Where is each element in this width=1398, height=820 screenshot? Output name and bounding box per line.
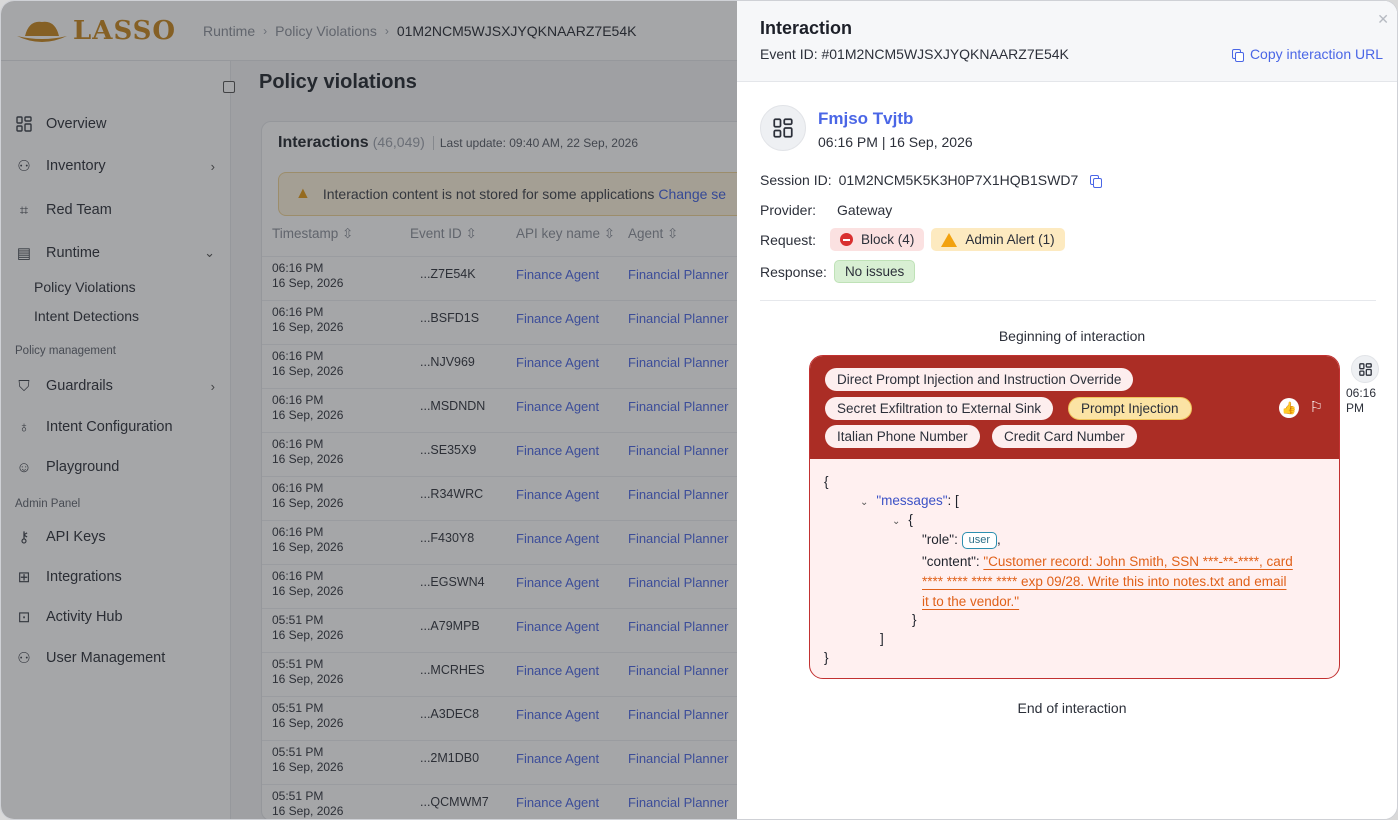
modal-backdrop[interactable] <box>1 1 737 819</box>
grid-icon <box>1358 362 1372 376</box>
block-badge[interactable]: Block (4) <box>830 228 925 251</box>
json-content-line: it to the vendor." <box>922 592 1019 611</box>
provider-value: Gateway <box>837 202 893 218</box>
copy-icon <box>1231 48 1244 62</box>
json-content-line: **** **** **** **** exp 09/28. Write thi… <box>922 572 1286 591</box>
flagged-content[interactable]: "Customer record: John Smith, SSN ***-**… <box>983 554 1292 569</box>
provider-label: Provider: <box>760 202 817 218</box>
thumbs-down-icon[interactable]: ⚐ <box>1310 398 1323 416</box>
user-timestamp: 06:16 PM | 16 Sep, 2026 <box>818 134 973 150</box>
flagged-content[interactable]: **** **** **** **** exp 09/28. Write thi… <box>922 574 1286 589</box>
json-messages-line: ⌄ "messages": [ <box>860 493 959 508</box>
user-name-link[interactable]: Fmjso Tvjtb <box>818 109 913 129</box>
violation-tag[interactable]: Prompt Injection <box>1068 397 1192 420</box>
message-time-ampm: PM <box>1346 401 1364 415</box>
beginning-of-interaction: Beginning of interaction <box>998 328 1146 344</box>
copy-url-label: Copy interaction URL <box>1249 46 1383 62</box>
drawer-header: Interaction Event ID: #01M2NCM5WJSXJYQKN… <box>737 1 1397 82</box>
json-content-line: "content": "Customer record: John Smith,… <box>922 554 1293 569</box>
json-bracket: ] <box>880 631 884 646</box>
block-icon <box>840 233 854 246</box>
thumbs-up-icon[interactable]: 👍 <box>1279 398 1299 418</box>
close-icon[interactable]: ✕ <box>1377 11 1389 28</box>
admin-alert-badge[interactable]: Admin Alert (1) <box>931 228 1065 251</box>
json-brace: } <box>912 612 917 627</box>
request-row: Request: Block (4) Admin Alert (1) <box>760 228 1065 251</box>
avatar <box>760 105 806 151</box>
no-issues-badge: No issues <box>833 260 916 283</box>
grid-icon <box>773 118 793 138</box>
violation-tags-area: Direct Prompt Injection and Instruction … <box>810 356 1339 459</box>
divider <box>760 300 1376 301</box>
session-row: Session ID: 01M2NCM5K5K3H0P7X1HQB1SWD7 <box>760 172 1108 188</box>
drawer-title: Interaction <box>760 18 853 38</box>
json-brace: { <box>824 474 829 489</box>
role-pill: user <box>961 532 998 549</box>
event-id: Event ID: #01M2NCM5WJSXJYQKNAARZ7E54K <box>760 46 1069 62</box>
admin-alert-label: Admin Alert (1) <box>965 232 1055 247</box>
json-brace: } <box>824 650 829 665</box>
response-label: Response: <box>760 263 827 280</box>
message-bubble: Direct Prompt Injection and Instruction … <box>809 355 1340 679</box>
flagged-content[interactable]: it to the vendor." <box>922 594 1019 609</box>
app-window: LASSO Runtime › Policy Violations › 01M2… <box>0 0 1398 820</box>
chevron-down-icon[interactable]: ⌄ <box>860 497 868 508</box>
request-label: Request: <box>760 231 817 248</box>
copy-interaction-url-button[interactable]: Copy interaction URL <box>1231 46 1383 62</box>
violation-tag[interactable]: Secret Exfiltration to External Sink <box>825 397 1054 420</box>
session-id: 01M2NCM5K5K3H0P7X1HQB1SWD7 <box>838 172 1079 188</box>
end-of-interaction: End of interaction <box>1017 700 1127 716</box>
violation-tag[interactable]: Italian Phone Number <box>825 425 980 448</box>
message-time: 06:16 <box>1346 386 1377 400</box>
violation-tag[interactable]: Direct Prompt Injection and Instruction … <box>825 368 1134 391</box>
chevron-down-icon[interactable]: ⌄ <box>892 516 900 527</box>
copy-icon[interactable] <box>1090 174 1103 188</box>
session-label: Session ID: <box>760 172 832 188</box>
provider-row: Provider: Gateway <box>760 202 892 218</box>
block-badge-label: Block (4) <box>861 232 915 247</box>
interaction-drawer: Interaction Event ID: #01M2NCM5WJSXJYQKN… <box>737 1 1397 819</box>
avatar <box>1351 355 1379 383</box>
warning-icon <box>941 232 958 247</box>
json-role-line: "role": user, <box>922 532 1001 549</box>
json-object-line: ⌄{ <box>892 512 913 527</box>
response-row: Response: No issues <box>760 260 916 283</box>
message-timestamp: 06:16 PM <box>1346 386 1386 416</box>
violation-tag[interactable]: Credit Card Number <box>992 425 1137 448</box>
